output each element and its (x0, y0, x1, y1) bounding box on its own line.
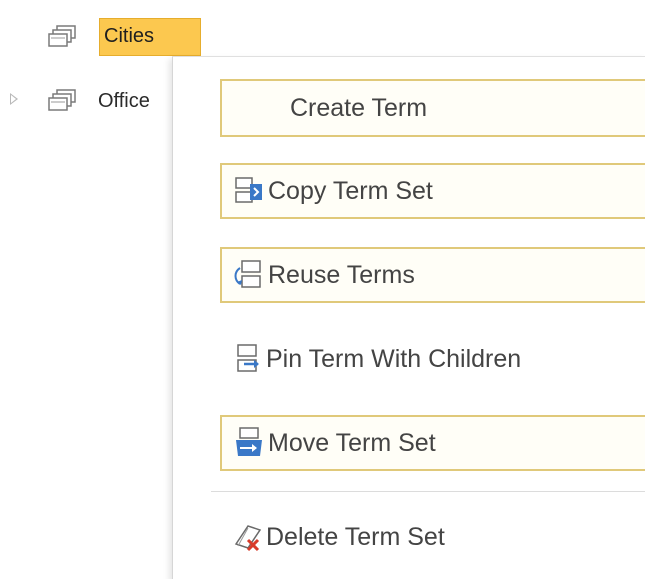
pin-term-icon (237, 344, 259, 372)
menu-item-label: Copy Term Set (268, 176, 433, 205)
menu-item-reuse-terms[interactable]: Reuse Terms (220, 247, 645, 303)
tree-node-cities[interactable] (48, 20, 78, 54)
move-termset-icon (236, 427, 262, 456)
tree-node-office[interactable]: Office (48, 84, 150, 118)
termset-icon (48, 89, 76, 111)
menu-item-label: Create Term (290, 93, 428, 122)
tree-node-cities-highlight[interactable]: Cities (99, 18, 201, 56)
reuse-terms-icon (234, 260, 261, 288)
context-menu: Create Term Copy Term Set Reuse Terms Pi… (172, 56, 645, 579)
menu-item-label: Pin Term With Children (266, 344, 522, 373)
menu-item-label: Reuse Terms (268, 260, 415, 289)
term-store-page: Cities Office Create Term Copy Term Set (0, 0, 645, 579)
menu-item-label: Delete Term Set (266, 522, 445, 551)
menu-item-move-term-set[interactable]: Move Term Set (220, 415, 645, 471)
copy-termset-icon (235, 177, 262, 203)
menu-item-create-term[interactable]: Create Term (220, 79, 645, 137)
delete-termset-icon (234, 525, 262, 552)
tree-node-label: Cities (104, 25, 155, 47)
tree-node-label: Office (98, 90, 150, 112)
menu-separator (211, 491, 645, 492)
menu-item-label: Move Term Set (268, 428, 436, 457)
menu-item-pin-term-with-children[interactable]: Pin Term With Children (220, 331, 645, 387)
menu-item-copy-term-set[interactable]: Copy Term Set (220, 163, 645, 219)
termset-icon (48, 25, 76, 47)
menu-item-delete-term-set[interactable]: Delete Term Set (220, 509, 645, 565)
expand-arrow-icon[interactable] (10, 93, 18, 105)
